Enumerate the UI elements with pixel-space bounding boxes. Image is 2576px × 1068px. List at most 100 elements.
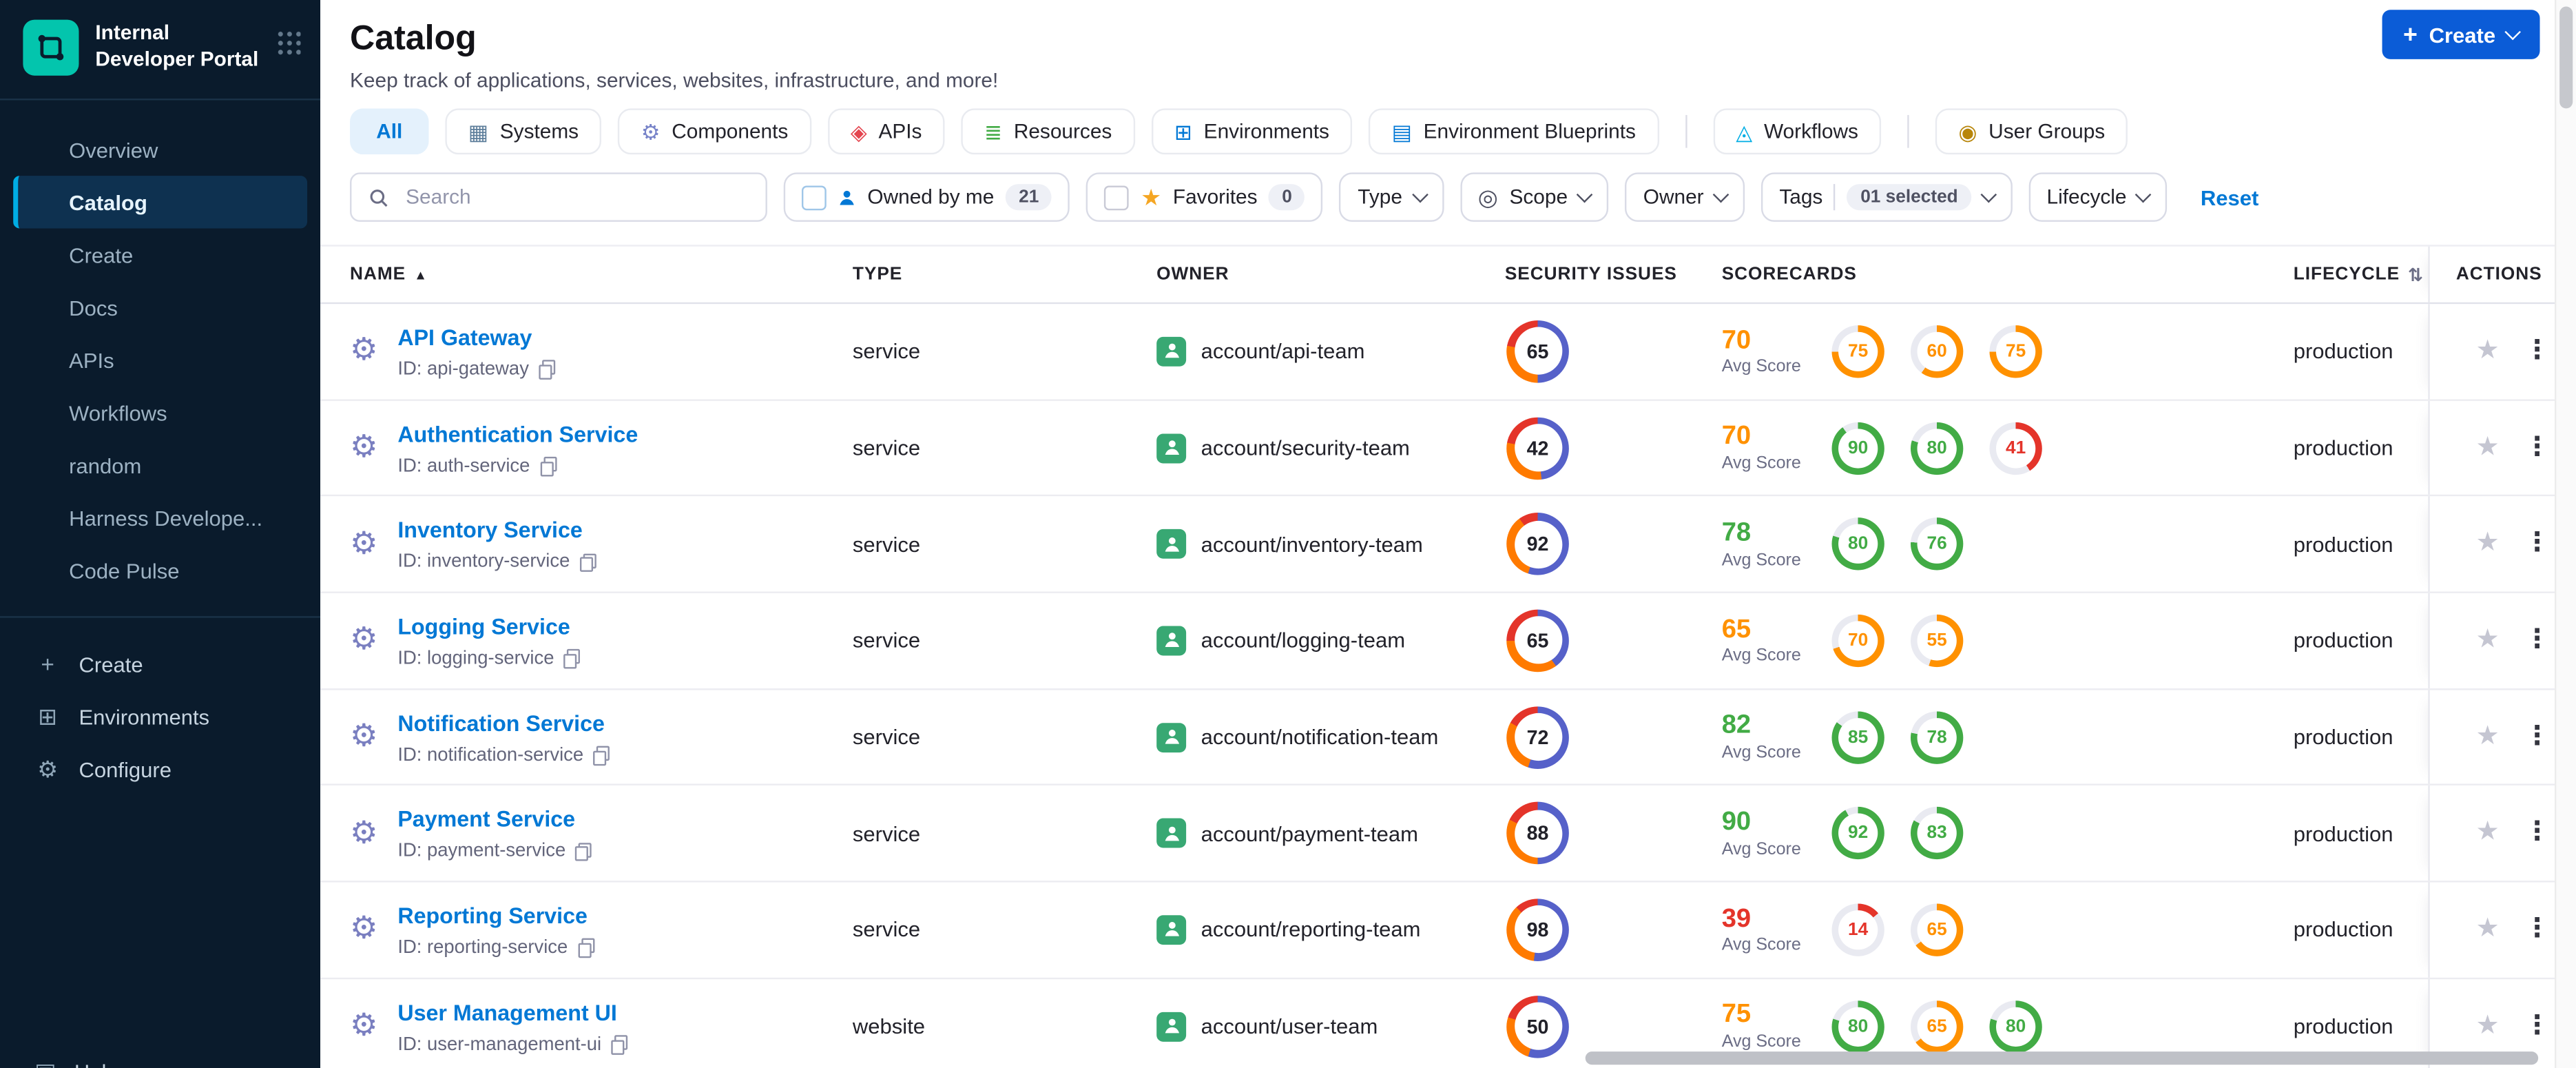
- tags-dropdown[interactable]: Tags 01 selected: [1761, 172, 2013, 222]
- tab-workflows[interactable]: ◬ Workflows: [1713, 108, 1882, 155]
- copy-icon[interactable]: [579, 553, 596, 573]
- column-header-owner[interactable]: OWNER: [1156, 247, 1495, 302]
- sidebar-item-configure[interactable]: ⚙ Configure: [0, 743, 320, 795]
- kebab-menu-icon[interactable]: ⋮: [2524, 627, 2550, 654]
- sidebar-item-catalog[interactable]: Catalog: [13, 176, 308, 229]
- vertical-scrollbar[interactable]: [2554, 0, 2576, 1068]
- copy-icon[interactable]: [593, 746, 610, 766]
- sidebar-item-code-pulse[interactable]: Code Pulse: [0, 544, 320, 596]
- entity-name-link[interactable]: Authentication Service: [397, 422, 638, 446]
- kebab-menu-icon[interactable]: ⋮: [2524, 723, 2550, 750]
- tab-user-groups[interactable]: ◉ User Groups: [1935, 108, 2128, 155]
- owned-by-me-checkbox[interactable]: [801, 185, 827, 210]
- security-issues-value: 98: [1513, 906, 1562, 954]
- entity-name-link[interactable]: Reporting Service: [397, 903, 588, 928]
- horizontal-scrollbar[interactable]: [1585, 1051, 2539, 1065]
- sidebar-item-apis[interactable]: APIs: [0, 333, 320, 386]
- column-header-lifecycle[interactable]: LIFECYCLE ⇅: [2294, 247, 2429, 302]
- owned-by-me-filter[interactable]: Owned by me 21: [783, 172, 1070, 222]
- sidebar-item-random[interactable]: random: [0, 439, 320, 491]
- sidebar-item-create[interactable]: + Create: [0, 637, 320, 690]
- favorite-star-icon[interactable]: ★: [2475, 338, 2499, 364]
- actions-cell: ★ ⋮: [2428, 785, 2576, 881]
- sidebar-item-workflows[interactable]: Workflows: [0, 386, 320, 438]
- sidebar-item-environments[interactable]: ⊞ Environments: [0, 690, 320, 743]
- scorecard-ring: 83: [1910, 807, 1964, 860]
- kebab-menu-icon[interactable]: ⋮: [2524, 338, 2550, 364]
- owner-dropdown[interactable]: Owner: [1625, 172, 1745, 222]
- tab-systems[interactable]: ▦ Systems: [445, 108, 602, 155]
- entity-name-link[interactable]: Payment Service: [397, 808, 575, 832]
- column-label: SCORECARDS: [1721, 264, 1857, 285]
- scorecard-ring: 41: [1989, 421, 2042, 475]
- owner-cell: account/notification-team: [1156, 690, 1495, 785]
- copy-icon[interactable]: [539, 360, 556, 380]
- chevron-down-icon: [1577, 186, 1593, 203]
- reset-button[interactable]: Reset: [2201, 185, 2258, 209]
- column-header-scorecards[interactable]: SCORECARDS: [1701, 247, 2294, 302]
- kebab-menu-icon[interactable]: ⋮: [2524, 916, 2550, 943]
- tab-all[interactable]: All: [350, 108, 429, 155]
- kebab-menu-icon[interactable]: ⋮: [2524, 434, 2550, 461]
- apps-grid-icon[interactable]: [275, 29, 301, 57]
- favorites-checkbox[interactable]: [1104, 185, 1130, 210]
- actions-cell: ★ ⋮: [2428, 882, 2576, 978]
- security-issues-ring: 50: [1506, 995, 1569, 1058]
- sidebar-item-harness-develope[interactable]: Harness Develope...: [0, 491, 320, 544]
- entity-id: ID: user-management-ui: [397, 1034, 628, 1055]
- kebab-menu-icon[interactable]: ⋮: [2524, 531, 2550, 557]
- copy-icon[interactable]: [563, 649, 581, 669]
- sidebar-item-overview[interactable]: Overview: [0, 123, 320, 176]
- entity-name-link[interactable]: Inventory Service: [397, 518, 582, 543]
- entity-id-text: ID: reporting-service: [397, 938, 568, 958]
- sidebar-item-label: Configure: [79, 757, 172, 781]
- column-header-type[interactable]: TYPE: [853, 247, 1156, 302]
- entity-name-link[interactable]: Notification Service: [397, 711, 605, 736]
- scope-dropdown[interactable]: ◎ Scope: [1460, 172, 1609, 222]
- favorite-star-icon[interactable]: ★: [2475, 723, 2499, 750]
- vertical-scrollbar-thumb[interactable]: [2559, 6, 2573, 109]
- tab-environment-blueprints[interactable]: ▤ Environment Blueprints: [1369, 108, 1659, 155]
- create-button[interactable]: + Create: [2381, 10, 2540, 59]
- favorite-star-icon[interactable]: ★: [2475, 819, 2499, 847]
- tab-components[interactable]: ⚙ Components: [618, 108, 811, 155]
- chevron-down-icon: [1980, 186, 1997, 203]
- kebab-menu-icon[interactable]: ⋮: [2524, 1012, 2550, 1039]
- entity-name-link[interactable]: Logging Service: [397, 615, 570, 639]
- column-header-name[interactable]: NAME ▲: [350, 247, 853, 302]
- copy-icon[interactable]: [575, 842, 592, 862]
- tab-resources[interactable]: ≣ Resources: [961, 108, 1135, 155]
- favorites-filter[interactable]: ★ Favorites 0: [1086, 172, 1324, 222]
- scorecard-value: 80: [1996, 1006, 2036, 1047]
- lifecycle-dropdown[interactable]: Lifecycle: [2028, 172, 2168, 222]
- help-icon: ▣: [34, 1057, 56, 1068]
- copy-icon[interactable]: [577, 938, 594, 958]
- favorite-star-icon[interactable]: ★: [2475, 1012, 2499, 1039]
- favorite-star-icon[interactable]: ★: [2475, 627, 2499, 654]
- favorite-star-icon[interactable]: ★: [2475, 916, 2499, 943]
- avg-score: 90 Avg Score: [1722, 808, 1806, 859]
- actions-cell: ★ ⋮: [2428, 497, 2576, 592]
- sidebar-item-docs[interactable]: Docs: [0, 281, 320, 333]
- column-header-security-issues[interactable]: SECURITY ISSUES: [1495, 247, 1701, 302]
- copy-icon[interactable]: [539, 456, 557, 476]
- search-box[interactable]: [350, 172, 767, 222]
- owner-icon: [1156, 529, 1187, 559]
- security-issues-value: 88: [1513, 810, 1562, 858]
- copy-icon[interactable]: [611, 1035, 628, 1055]
- kebab-menu-icon[interactable]: ⋮: [2524, 819, 2550, 847]
- usergroups-icon: ◉: [1958, 119, 1977, 144]
- tab-environments[interactable]: ⊞ Environments: [1151, 108, 1353, 155]
- favorite-star-icon[interactable]: ★: [2475, 434, 2499, 461]
- scorecards-cell: 70 Avg Score 90 80 41: [1701, 400, 2294, 495]
- search-input[interactable]: [402, 184, 749, 211]
- sidebar-item-help[interactable]: ▣ Help: [0, 1047, 118, 1068]
- owner-icon: [1156, 626, 1187, 656]
- sidebar-item-create[interactable]: Create: [0, 228, 320, 280]
- entity-name-link[interactable]: API Gateway: [397, 325, 532, 350]
- tab-apis[interactable]: ◈ APIs: [827, 108, 945, 155]
- main-content: Catalog Keep track of applications, serv…: [320, 0, 2576, 1068]
- entity-name-link[interactable]: User Management UI: [397, 1000, 617, 1025]
- favorite-star-icon[interactable]: ★: [2475, 531, 2499, 557]
- type-dropdown[interactable]: Type: [1340, 172, 1444, 222]
